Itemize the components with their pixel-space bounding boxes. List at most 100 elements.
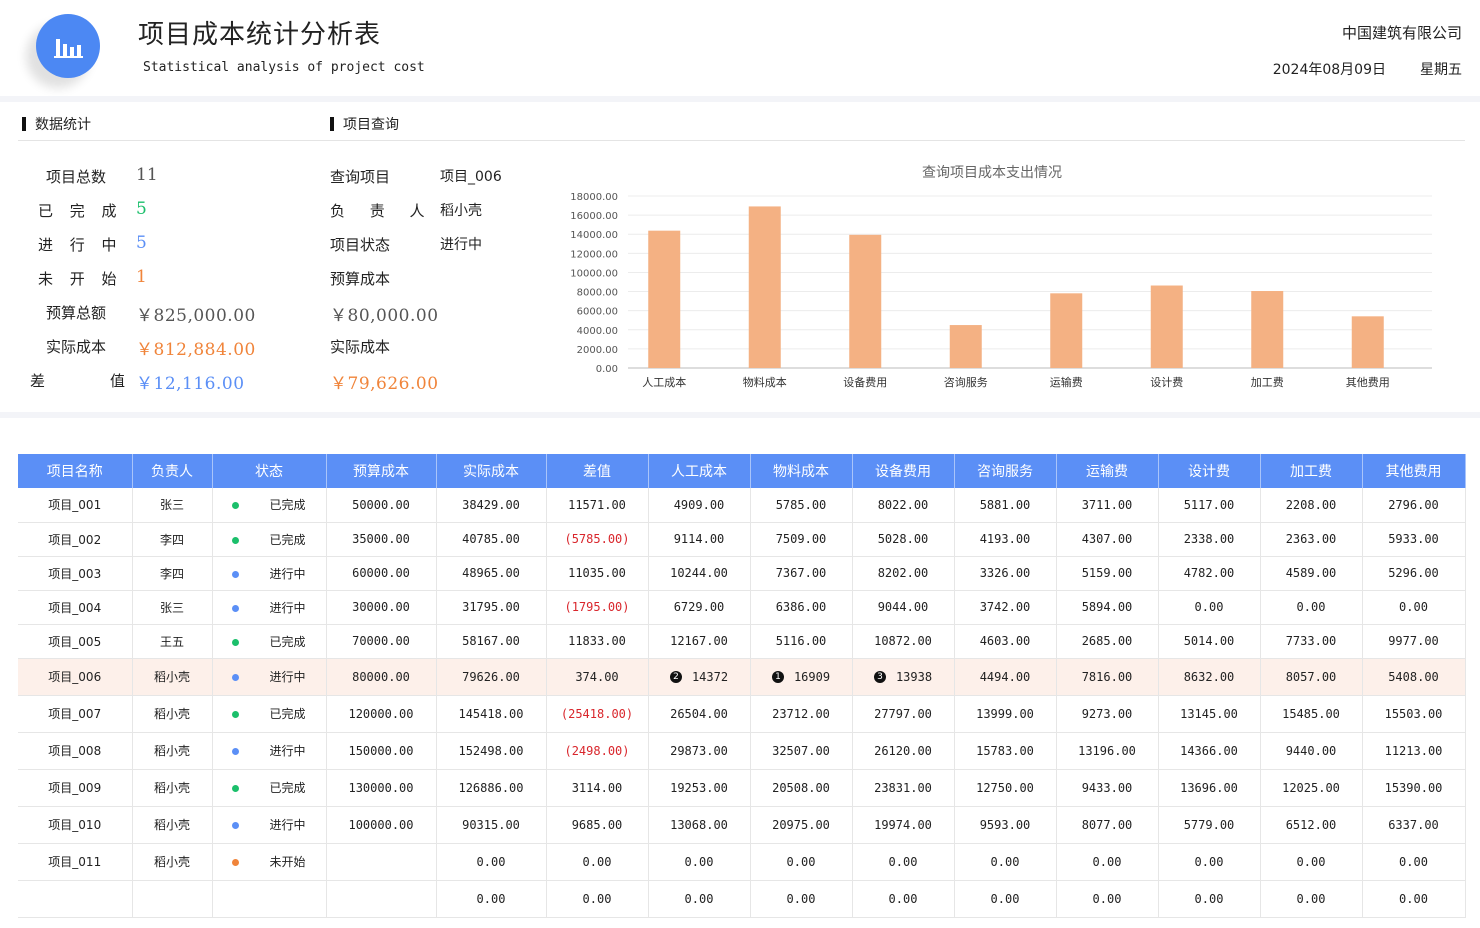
- value-cell: 9433.00: [1056, 769, 1159, 807]
- value-cell: 6729.00: [648, 590, 751, 625]
- value-cell: 19253.00: [648, 769, 751, 807]
- value-cell: 3 13938: [852, 658, 955, 696]
- column-header[interactable]: 状态: [212, 454, 327, 488]
- value-cell: 0.00: [1056, 880, 1159, 918]
- status-cell: 已完成: [212, 522, 327, 557]
- chart-bar: [1251, 291, 1284, 368]
- value-cell: 9273.00: [1056, 695, 1159, 733]
- project-name-cell: 项目_008: [18, 732, 133, 770]
- value-cell: 26120.00: [852, 732, 955, 770]
- column-header[interactable]: 人工成本: [648, 454, 751, 488]
- value-cell: 13999.00: [954, 695, 1057, 733]
- value-cell: 0.00: [436, 880, 547, 918]
- chart-bar: [1150, 285, 1183, 368]
- column-header[interactable]: 其他费用: [1362, 454, 1466, 488]
- value-cell: 13145.00: [1158, 695, 1261, 733]
- status-text: 已完成: [269, 634, 306, 649]
- diff-label-second: 值: [110, 372, 126, 390]
- value-cell: 0.00: [1260, 843, 1363, 881]
- table-row[interactable]: 项目_006 稻小壳 进行中 80000.00 79626.00 374.00 2 14372…: [18, 658, 1466, 696]
- query-section-header: 项目查询: [330, 114, 399, 134]
- chart-x-label: 人工成本: [642, 375, 686, 389]
- owner-cell: 稻小壳: [132, 658, 213, 696]
- column-header[interactable]: 设计费: [1158, 454, 1261, 488]
- column-header[interactable]: 咨询服务: [954, 454, 1057, 488]
- table-row[interactable]: 项目_004 张三 进行中 30000.00 31795.00 (1795.00) 6729…: [18, 590, 1466, 625]
- chart-y-tick: 14000.00: [570, 230, 618, 241]
- status-dot-icon: [232, 785, 240, 792]
- table-row[interactable]: 项目_002 李四 已完成 35000.00 40785.00 (5785.00) 9114…: [18, 522, 1466, 557]
- value-cell: 4193.00: [954, 522, 1057, 557]
- table-row[interactable]: 项目_003 李四 进行中 60000.00 48965.00 11035.00 10244…: [18, 556, 1466, 591]
- budget-total-value: ￥825,000.00: [136, 306, 256, 326]
- chart-x-label: 设计费: [1150, 376, 1183, 389]
- value-cell: 0.00: [648, 880, 751, 918]
- value-cell: 0.00: [1056, 843, 1159, 881]
- column-header[interactable]: 设备费用: [852, 454, 955, 488]
- chart-y-tick: 2000.00: [577, 345, 618, 356]
- chart-y-tick: 6000.00: [577, 307, 618, 318]
- table-row[interactable]: 项目_011 稻小壳 未开始 0.00 0.00 0.00 0.00 0.00 0.00 0.00…: [18, 843, 1466, 881]
- column-header[interactable]: 预算成本: [326, 454, 437, 488]
- table-row[interactable]: 项目_009 稻小壳 已完成 130000.00 126886.00 3114.00 192…: [18, 769, 1466, 807]
- table-row[interactable]: 项目_001 张三 已完成 50000.00 38429.00 11571.00 4909.…: [18, 488, 1466, 523]
- column-header[interactable]: 项目名称: [18, 454, 133, 488]
- value-cell: 80000.00: [326, 658, 437, 696]
- column-header[interactable]: 负责人: [132, 454, 213, 488]
- value-cell: 126886.00: [436, 769, 547, 807]
- value-cell: 0.00: [1158, 843, 1261, 881]
- query-actual-value: ￥79,626.00: [330, 374, 439, 394]
- column-header[interactable]: 差值: [546, 454, 649, 488]
- chart-y-tick: 16000.00: [570, 211, 618, 222]
- owner-cell: 稻小壳: [132, 695, 213, 733]
- table-row[interactable]: 项目_005 王五 已完成 70000.00 58167.00 11833.00 12167…: [18, 624, 1466, 659]
- value-cell: 11571.00: [546, 488, 649, 523]
- table-row[interactable]: 0.00 0.00 0.00 0.00 0.00 0.00 0.00 0.00 0.00 0.00: [18, 880, 1466, 918]
- section-marker: [22, 117, 26, 131]
- value-cell: 8632.00: [1158, 658, 1261, 696]
- status-dot-icon: [232, 604, 240, 612]
- query-project-value[interactable]: 项目_006: [440, 166, 502, 186]
- value-cell: 6512.00: [1260, 806, 1363, 844]
- value-cell: 145418.00: [436, 695, 547, 733]
- owner-cell: 稻小壳: [132, 843, 213, 881]
- value-cell: 5116.00: [750, 624, 853, 659]
- report-weekday: 星期五: [1420, 62, 1462, 78]
- value-cell: 3326.00: [954, 556, 1057, 591]
- status-text: 进行中: [269, 744, 306, 758]
- value-cell: 13196.00: [1056, 732, 1159, 770]
- column-header[interactable]: 实际成本: [436, 454, 547, 488]
- value-cell: 58167.00: [436, 624, 547, 659]
- cost-table: 项目名称 负责人 状态 预算成本 实际成本 差值 人工成本 物料成本 设备费用 咨询服务 运输费 设计…: [18, 454, 1466, 918]
- rank-badge-icon: 1: [771, 671, 784, 683]
- project-name-cell: [18, 880, 133, 918]
- value-cell: 12750.00: [954, 769, 1057, 807]
- todo-value: 1: [136, 267, 147, 287]
- chart-bar: [1351, 316, 1384, 368]
- table-row[interactable]: 项目_010 稻小壳 进行中 100000.00 90315.00 9685.00 1306…: [18, 806, 1466, 844]
- value-cell: 27797.00: [852, 695, 955, 733]
- chart-x-label: 设备费用: [843, 375, 887, 389]
- value-cell: 31795.00: [436, 590, 547, 625]
- value-cell: 0.00: [954, 843, 1057, 881]
- value-cell: 70000.00: [326, 624, 437, 659]
- column-header[interactable]: 加工费: [1260, 454, 1363, 488]
- owner-cell: 王五: [132, 624, 213, 659]
- table-row[interactable]: 项目_008 稻小壳 进行中 150000.00 152498.00 (2498.00) 2…: [18, 732, 1466, 770]
- value-cell: 48965.00: [436, 556, 547, 591]
- status-cell: 已完成: [212, 488, 327, 523]
- value-cell: 2208.00: [1260, 488, 1363, 523]
- table-row[interactable]: 项目_007 稻小壳 已完成 120000.00 145418.00 (25418.00)…: [18, 695, 1466, 733]
- stats-section-header: 数据统计: [22, 114, 91, 134]
- query-status-label: 项目状态: [330, 236, 391, 254]
- status-cell: 进行中: [212, 590, 327, 625]
- column-header[interactable]: 物料成本: [750, 454, 853, 488]
- value-cell: 2338.00: [1158, 522, 1261, 557]
- value-cell: 0.00: [436, 843, 547, 881]
- value-cell: 4782.00: [1158, 556, 1261, 591]
- column-header[interactable]: 运输费: [1056, 454, 1159, 488]
- project-name-cell: 项目_001: [18, 488, 133, 523]
- stats-section-title: 数据统计: [35, 117, 91, 133]
- diff-total-value: ￥12,116.00: [136, 374, 245, 394]
- value-cell: 0.00: [1362, 880, 1466, 918]
